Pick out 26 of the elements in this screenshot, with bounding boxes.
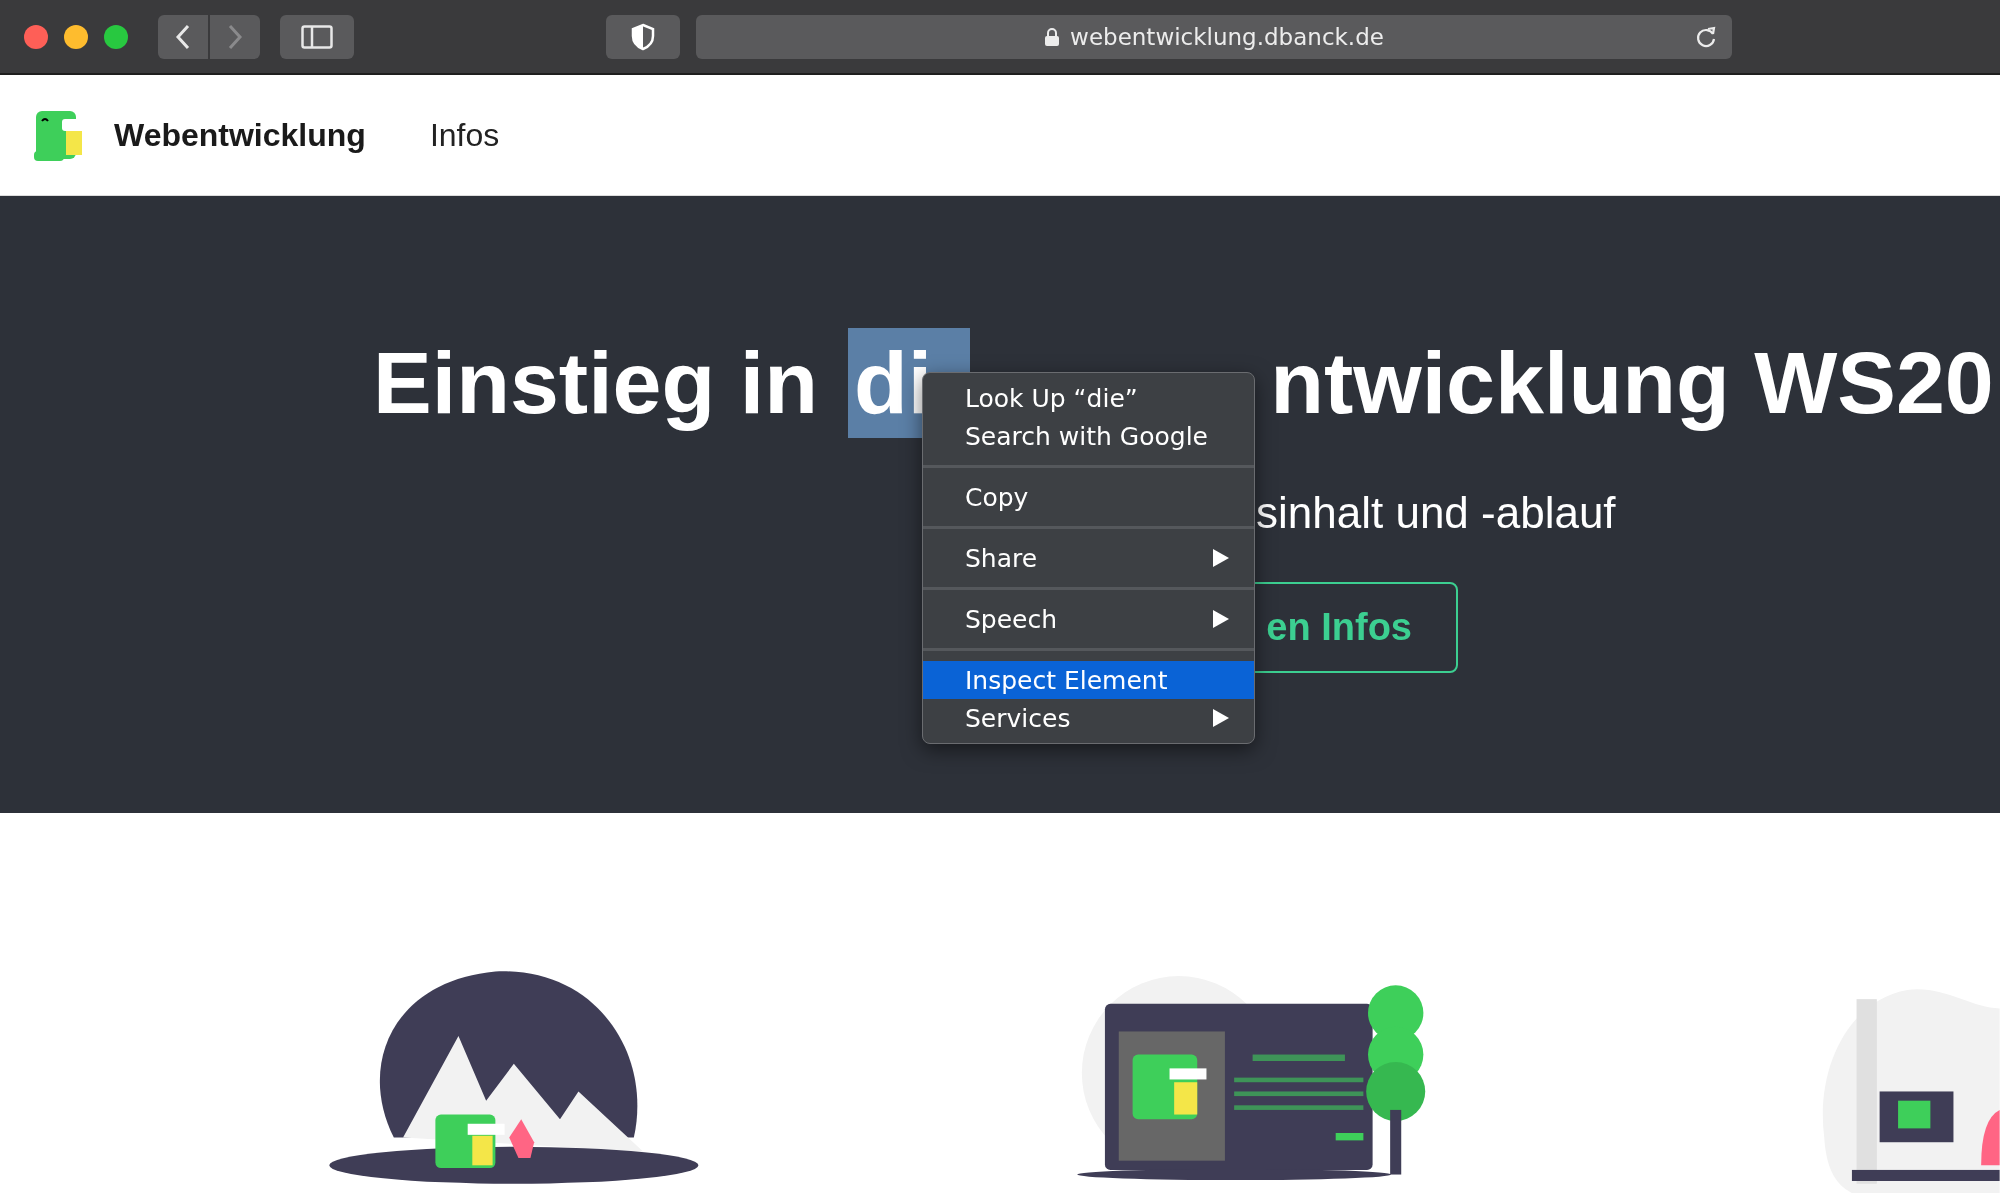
menu-item[interactable]: Services	[923, 699, 1254, 737]
menu-item[interactable]: Inspect Element	[923, 661, 1254, 699]
sidebar-icon	[301, 24, 333, 49]
hero-heading: ntwicklung WS20	[1270, 332, 1994, 434]
nav-link[interactable]: Infos	[429, 116, 500, 154]
sidebar-button[interactable]	[280, 14, 354, 59]
privacy-shield-button[interactable]	[606, 14, 680, 59]
submenu-arrow-icon	[1212, 708, 1230, 728]
chevron-left-icon	[175, 23, 191, 50]
chevron-right-icon	[227, 23, 243, 50]
site-title[interactable]: Webentwicklung	[114, 116, 366, 154]
menu-item[interactable]: Share	[923, 539, 1254, 577]
url-text: webentwicklung.dbanck.de	[1070, 23, 1384, 50]
zoom-window-button[interactable]	[104, 24, 128, 49]
minimize-window-button[interactable]	[64, 24, 88, 49]
shield-icon	[631, 22, 655, 51]
back-button[interactable]	[158, 14, 208, 59]
hero-heading: Einstieg in	[373, 332, 818, 434]
menu-item[interactable]: Copy	[923, 478, 1254, 516]
submenu-arrow-icon	[1212, 609, 1230, 629]
lock-icon	[1044, 26, 1061, 47]
close-window-button[interactable]	[24, 24, 48, 49]
submenu-arrow-icon	[1212, 548, 1230, 568]
hero-subtitle: sinhalt und -ablauf	[1256, 488, 1617, 538]
address-bar[interactable]: webentwicklung.dbanck.de	[696, 14, 1732, 59]
reload-icon[interactable]	[1694, 24, 1718, 49]
